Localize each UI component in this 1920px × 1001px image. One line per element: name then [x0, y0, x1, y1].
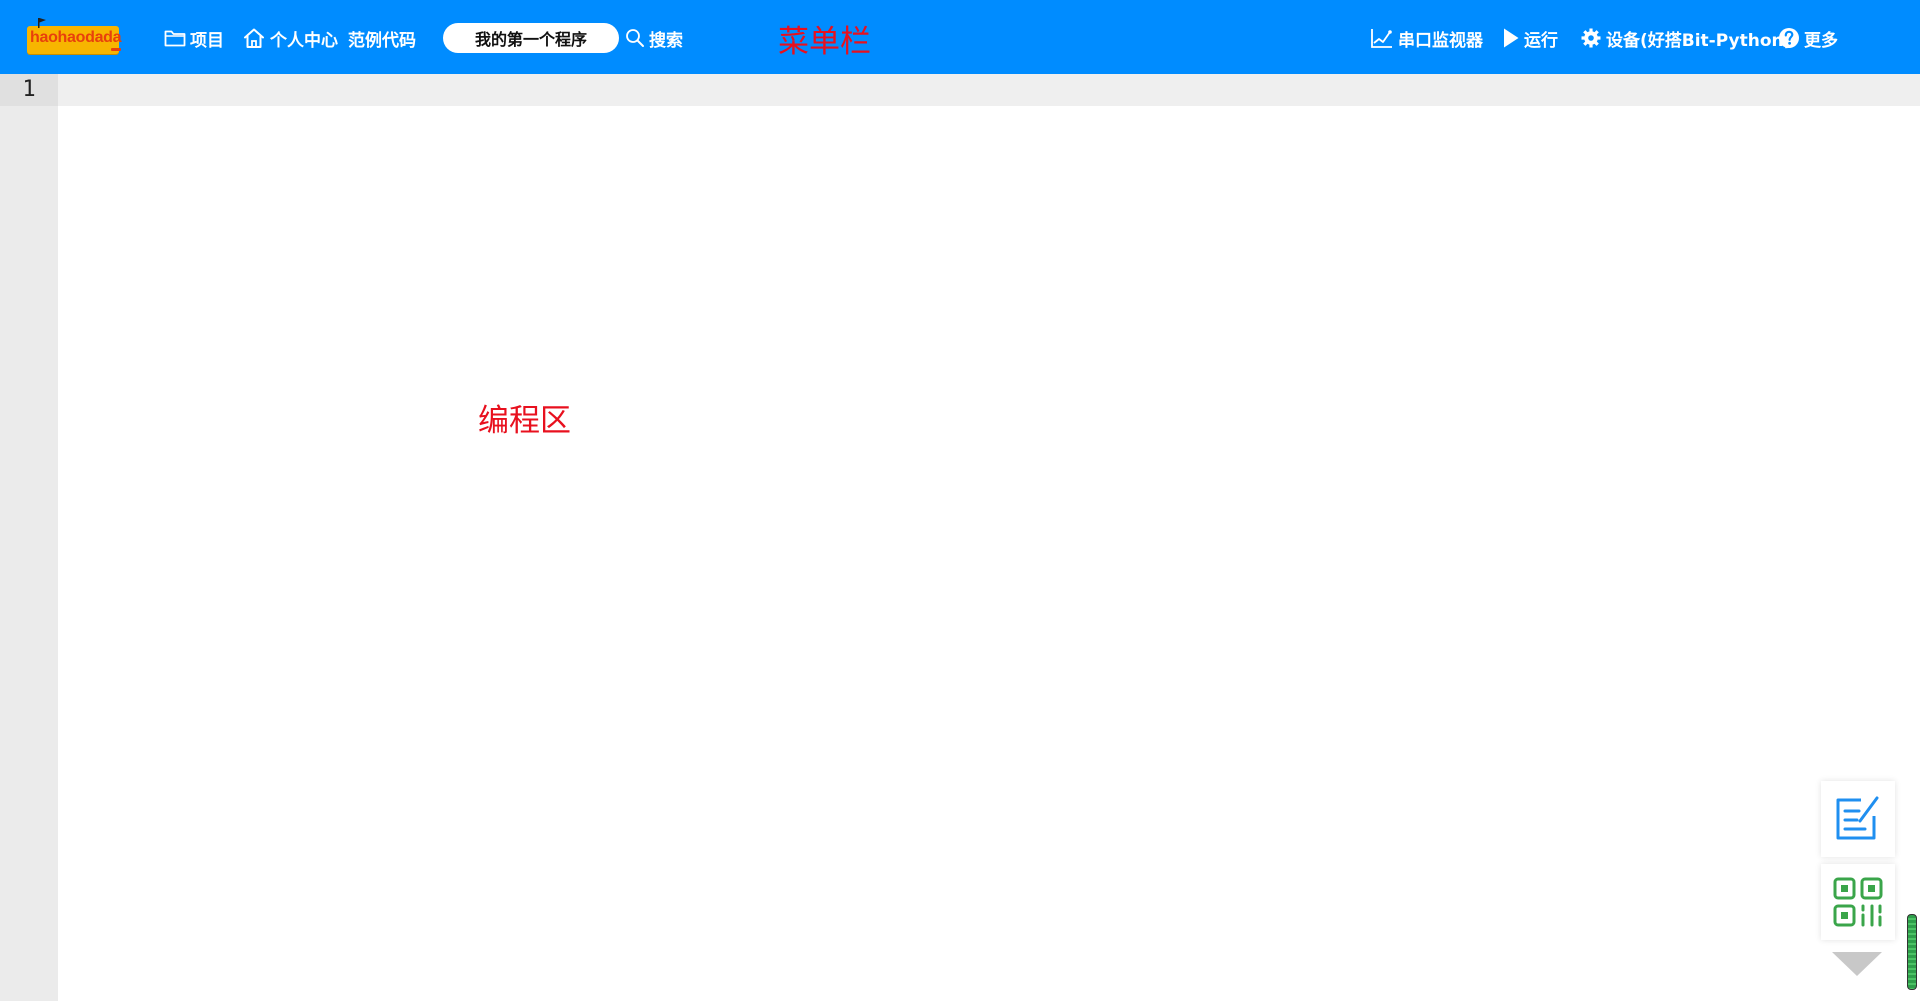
code-editor[interactable]	[58, 106, 1920, 1001]
logo-flag-icon	[38, 18, 46, 28]
line-number: 1	[0, 74, 58, 106]
serial-monitor-label: 串口监视器	[1398, 30, 1483, 51]
project-menu-button[interactable]: 项目	[164, 24, 224, 52]
device-label: 设备(好搭Bit-Python)	[1606, 30, 1792, 51]
search-button[interactable]: 搜索	[625, 24, 683, 52]
more-label: 更多	[1804, 30, 1838, 51]
device-button[interactable]: 设备(好搭Bit-Python)	[1580, 24, 1791, 52]
line-number-gutter	[0, 74, 58, 1001]
collapse-arrow-icon[interactable]	[1832, 952, 1882, 976]
logo[interactable]: haohaodada	[27, 18, 123, 56]
home-icon	[244, 28, 264, 48]
logo-underline	[111, 48, 121, 51]
project-name-field[interactable]: 我的第一个程序	[443, 23, 619, 53]
folder-icon	[164, 30, 186, 46]
examples-button[interactable]: 范例代码	[348, 24, 416, 52]
qr-code-button[interactable]	[1821, 864, 1895, 940]
help-icon	[1779, 28, 1799, 48]
examples-label: 范例代码	[348, 30, 416, 51]
menu-bar: haohaodada 项目 个人中心 范例代码 我的第一个程序 搜索 菜单栏 串…	[0, 0, 1920, 74]
project-name-text: 我的第一个程序	[474, 30, 587, 49]
logo-text: haohaodada	[30, 29, 122, 46]
personal-center-label: 个人中心	[270, 30, 338, 51]
active-line-highlight[interactable]	[58, 74, 1920, 106]
menubar-annotation: 菜单栏	[778, 24, 871, 60]
serial-monitor-button[interactable]: 串口监视器	[1370, 24, 1483, 52]
personal-center-button[interactable]: 个人中心	[242, 24, 338, 52]
run-button[interactable]: 运行	[1502, 24, 1558, 52]
edit-note-icon	[1836, 796, 1879, 840]
project-menu-label: 项目	[190, 30, 224, 51]
run-label: 运行	[1524, 30, 1558, 51]
search-label: 搜索	[649, 30, 683, 51]
search-icon	[626, 29, 644, 47]
scroll-handle[interactable]	[1907, 914, 1917, 990]
editor-annotation: 编程区	[478, 403, 571, 439]
qr-code-icon	[1833, 877, 1883, 927]
gear-icon	[1581, 28, 1601, 48]
edit-note-button[interactable]	[1821, 781, 1895, 857]
play-icon	[1504, 28, 1519, 48]
more-button[interactable]: 更多	[1778, 24, 1838, 52]
serial-chart-icon	[1371, 29, 1392, 48]
